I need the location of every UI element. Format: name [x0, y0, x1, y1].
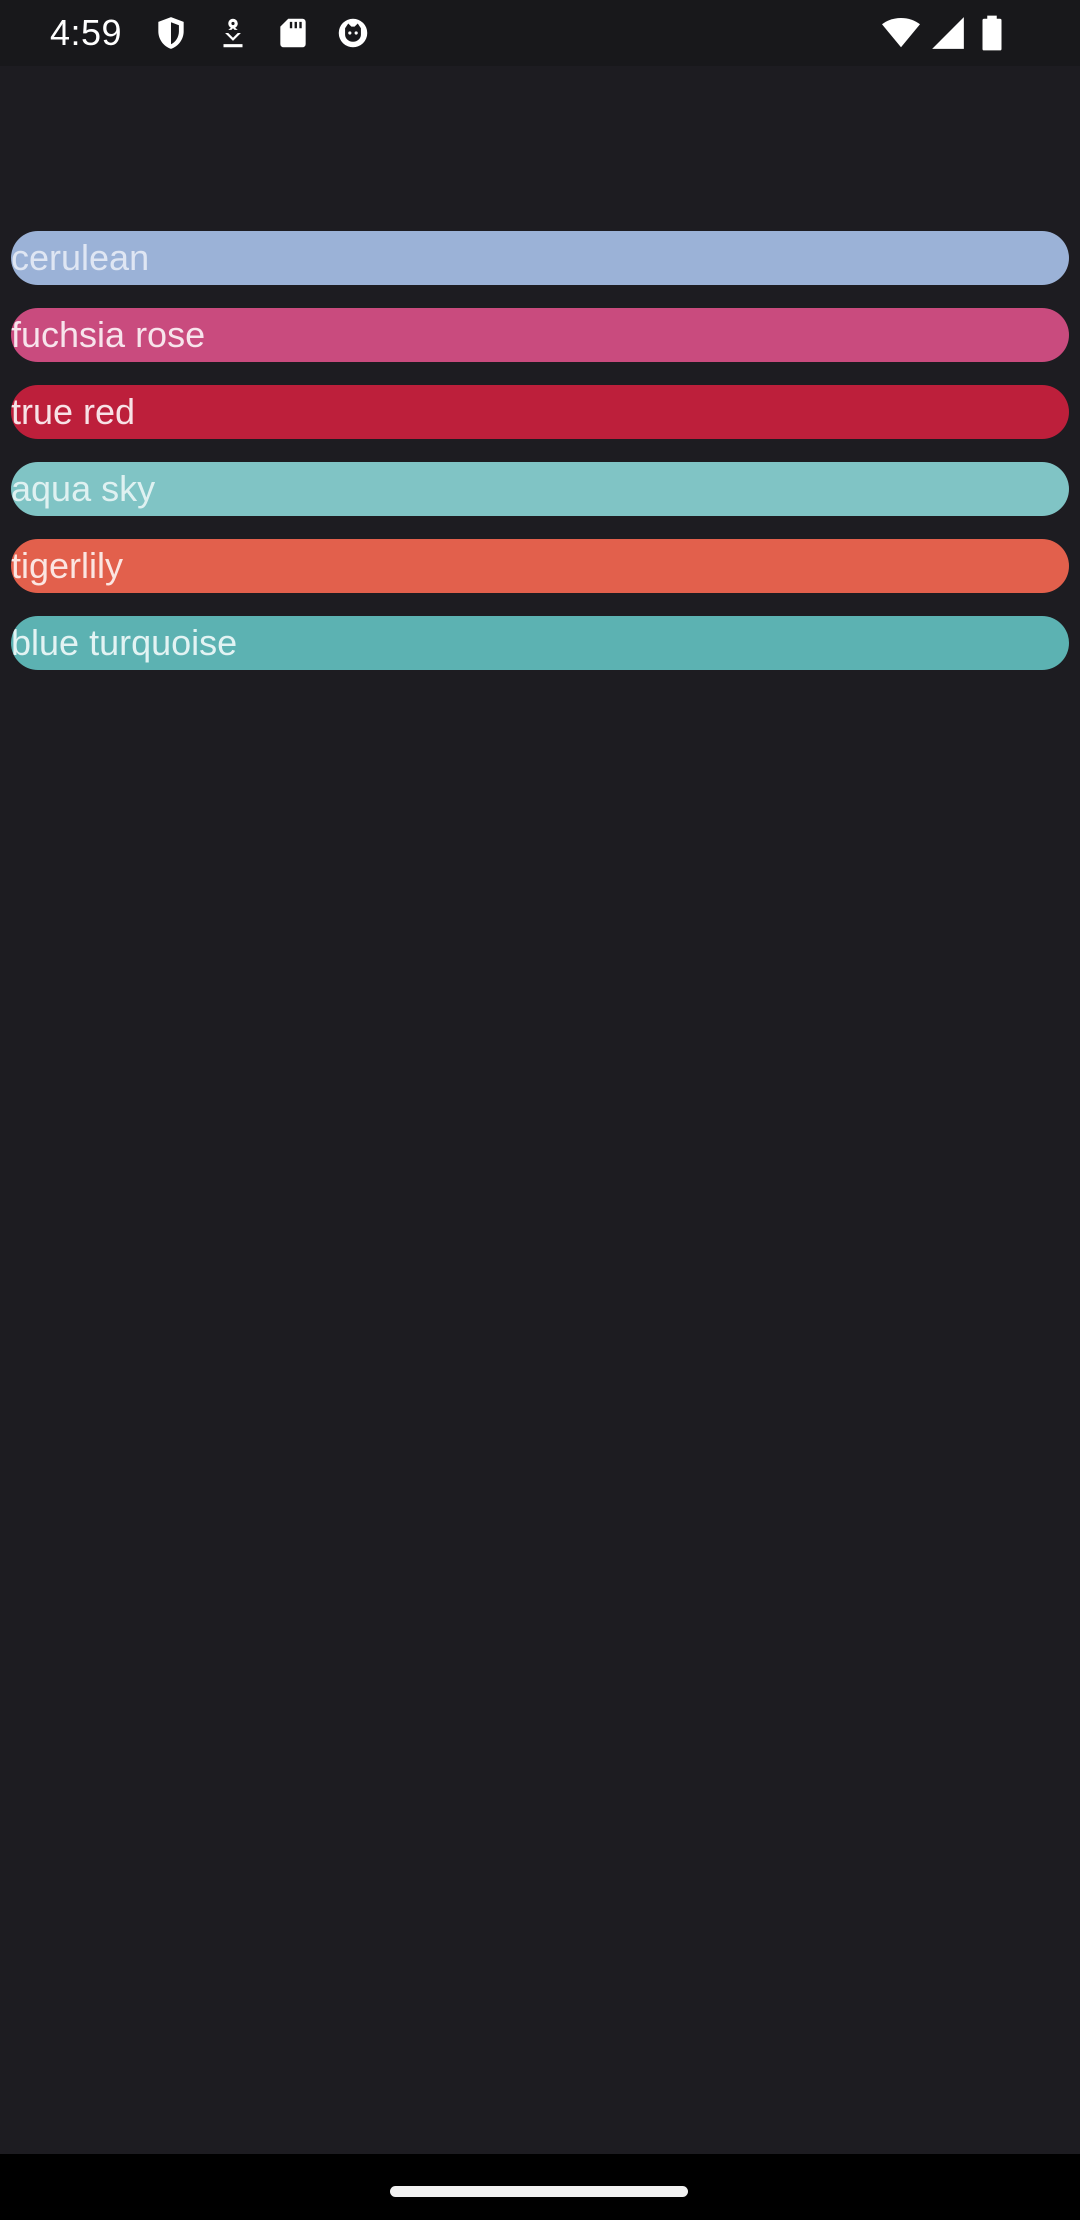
- color-item-tigerlily[interactable]: tigerlily: [11, 539, 1069, 593]
- color-label: blue turquoise: [11, 622, 238, 663]
- status-bar: 4:59: [0, 0, 1080, 66]
- color-label: cerulean: [11, 237, 150, 278]
- battery-icon: [978, 14, 1006, 52]
- wifi-icon: [880, 14, 922, 52]
- color-label: aqua sky: [11, 468, 156, 509]
- color-item-cerulean[interactable]: cerulean: [11, 231, 1069, 285]
- color-item-blue-turquoise[interactable]: blue turquoise: [11, 616, 1069, 670]
- color-item-aqua-sky[interactable]: aqua sky: [11, 462, 1069, 516]
- color-list: cerulean fuchsia rose true red aqua sky …: [11, 231, 1069, 693]
- cat-face-icon: [334, 14, 372, 52]
- color-item-true-red[interactable]: true red: [11, 385, 1069, 439]
- sd-card-icon: [274, 14, 312, 52]
- color-label: fuchsia rose: [11, 314, 206, 355]
- home-gesture-handle[interactable]: [390, 2186, 688, 2197]
- shield-icon: [152, 14, 190, 52]
- color-label: true red: [11, 391, 136, 432]
- download-icon: [214, 14, 252, 52]
- navigation-bar: [0, 2154, 1080, 2220]
- color-item-fuchsia-rose[interactable]: fuchsia rose: [11, 308, 1069, 362]
- color-label: tigerlily: [11, 545, 124, 586]
- screen: 4:59 cerulean fuchsia rose true red aqua…: [0, 0, 1080, 2220]
- status-time: 4:59: [50, 12, 123, 53]
- cellular-signal-icon: [928, 14, 968, 52]
